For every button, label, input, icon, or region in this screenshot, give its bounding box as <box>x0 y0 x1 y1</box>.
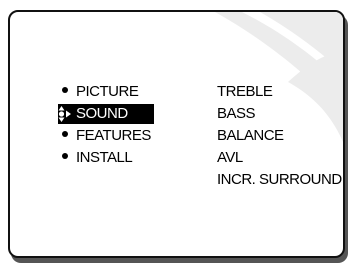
up-down-right-arrow-icon <box>58 106 71 122</box>
submenu-item-bass[interactable]: BASS <box>217 104 342 124</box>
sound-submenu: TREBLE BASS BALANCE AVL INCR. SURROUND <box>217 82 342 192</box>
menu-item-install[interactable]: INSTALL <box>58 148 154 168</box>
main-menu: PICTURE SOUND FEATURES INSTALL <box>58 82 154 170</box>
menu-item-label: SOUND <box>76 105 128 122</box>
menu-item-features[interactable]: FEATURES <box>58 126 154 146</box>
bullet-icon <box>62 153 68 159</box>
menu-item-picture[interactable]: PICTURE <box>58 82 154 102</box>
submenu-item-avl[interactable]: AVL <box>217 148 342 168</box>
menu-item-label: FEATURES <box>76 127 151 144</box>
bullet-icon <box>62 87 68 93</box>
submenu-item-balance[interactable]: BALANCE <box>217 126 342 146</box>
menu-item-sound[interactable]: SOUND <box>58 104 154 124</box>
menu-item-label: PICTURE <box>76 83 139 100</box>
menu-item-label: INSTALL <box>76 149 133 166</box>
bullet-icon <box>62 131 68 137</box>
tv-menu-screen: PICTURE SOUND FEATURES INSTALL TREBLE BA… <box>8 10 345 258</box>
submenu-item-incr-surround[interactable]: INCR. SURROUND <box>217 170 342 190</box>
submenu-item-treble[interactable]: TREBLE <box>217 82 342 102</box>
